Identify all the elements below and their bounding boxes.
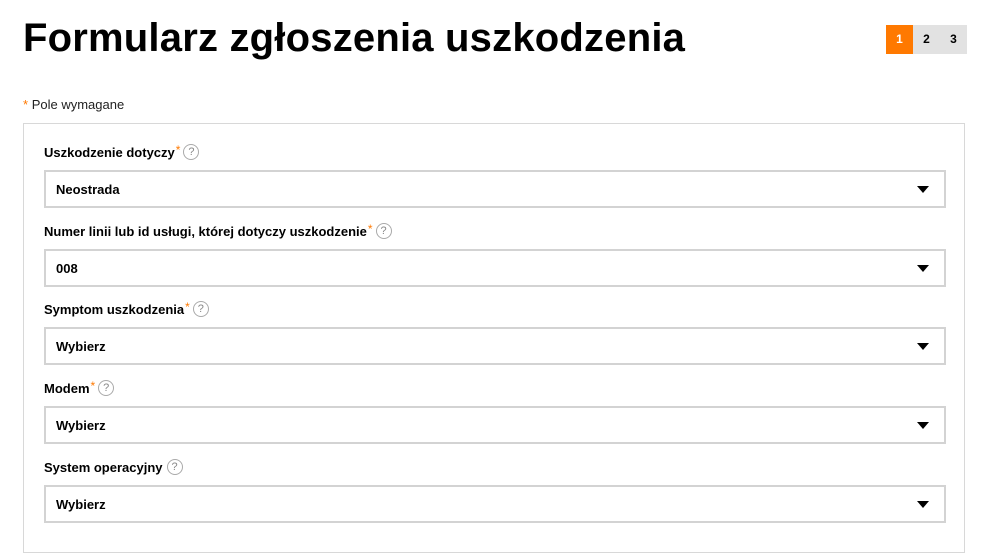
label-text: Modem: [44, 380, 90, 396]
select-value: Neostrada: [56, 181, 120, 197]
required-star: *: [175, 143, 181, 157]
line-number-select[interactable]: 008: [44, 249, 946, 287]
label-text: System operacyjny: [44, 459, 163, 475]
fault-report-form: Uszkodzenie dotyczy * ? Neostrada Numer …: [23, 123, 965, 553]
help-icon[interactable]: ?: [166, 459, 183, 475]
select-value: Wybierz: [56, 496, 106, 512]
help-icon[interactable]: ?: [375, 223, 392, 239]
caret-down-icon: [917, 342, 929, 350]
step-1[interactable]: 1: [886, 25, 913, 54]
field-operating-system: System operacyjny ? Wybierz: [44, 457, 946, 523]
caret-down-icon: [917, 421, 929, 429]
required-star: *: [185, 300, 190, 314]
step-2[interactable]: 2: [913, 25, 940, 54]
page-title: Formularz zgłoszenia uszkodzenia: [23, 16, 686, 60]
select-value: Wybierz: [56, 417, 106, 433]
label-text: Uszkodzenie dotyczy: [44, 144, 175, 160]
label-text: Symptom uszkodzenia: [44, 301, 185, 317]
field-symptom: Symptom uszkodzenia * ? Wybierz: [44, 299, 946, 365]
field-label: Symptom uszkodzenia * ?: [44, 299, 946, 319]
field-label: System operacyjny ?: [44, 457, 946, 477]
required-note-text: Pole wymagane: [31, 97, 125, 112]
operating-system-select[interactable]: Wybierz: [44, 485, 946, 523]
step-indicator: 1 2 3: [886, 25, 967, 54]
field-modem: Modem * ? Wybierz: [44, 378, 946, 444]
required-fields-note: * Pole wymagane: [23, 97, 124, 112]
caret-down-icon: [917, 185, 929, 193]
symptom-select[interactable]: Wybierz: [44, 327, 946, 365]
help-icon[interactable]: ?: [192, 301, 209, 317]
field-damage-concerns: Uszkodzenie dotyczy * ? Neostrada: [44, 142, 946, 208]
field-label: Modem * ?: [44, 378, 946, 398]
required-star: *: [367, 222, 373, 236]
select-value: 008: [56, 260, 78, 276]
field-line-number: Numer linii lub id usługi, której dotycz…: [44, 221, 946, 287]
field-label: Uszkodzenie dotyczy * ?: [44, 142, 946, 162]
help-icon[interactable]: ?: [183, 144, 200, 160]
damage-concerns-select[interactable]: Neostrada: [44, 170, 946, 208]
field-label: Numer linii lub id usługi, której dotycz…: [44, 221, 946, 241]
select-value: Wybierz: [56, 338, 106, 354]
label-text: Numer linii lub id usługi, której dotycz…: [44, 223, 367, 239]
step-3[interactable]: 3: [940, 25, 967, 54]
caret-down-icon: [917, 500, 929, 508]
modem-select[interactable]: Wybierz: [44, 406, 946, 444]
caret-down-icon: [917, 264, 929, 272]
required-star: *: [23, 97, 29, 112]
help-icon[interactable]: ?: [98, 380, 115, 396]
required-star: *: [90, 379, 96, 393]
